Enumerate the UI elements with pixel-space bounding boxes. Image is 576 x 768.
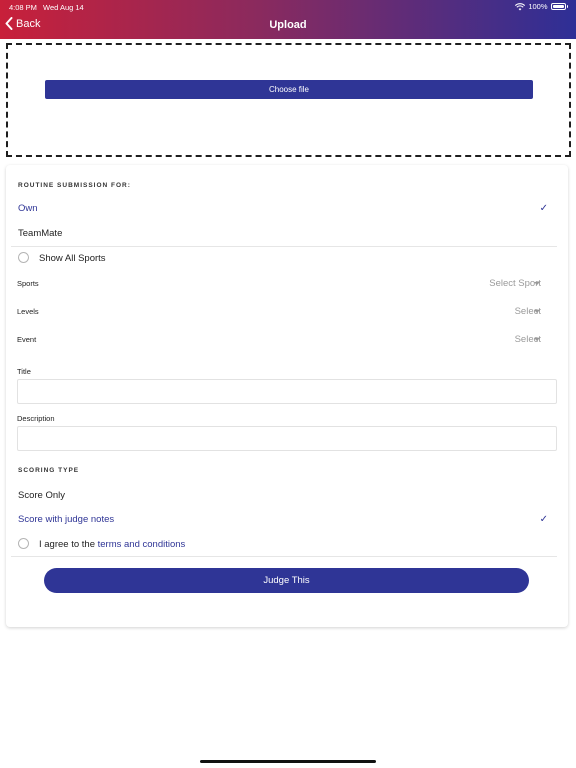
app-header: 4:08 PM Wed Aug 14 100% Back Upload — [0, 0, 576, 39]
show-all-sports-label: Show All Sports — [39, 253, 106, 264]
event-label: Event — [17, 335, 37, 344]
divider — [11, 556, 557, 557]
description-label: Description — [17, 414, 55, 423]
submission-form: ROUTINE SUBMISSION FOR: Own ✓ TeamMate S… — [6, 165, 568, 627]
upload-dropzone[interactable]: Choose file — [6, 43, 571, 157]
chevron-down-icon — [534, 282, 540, 285]
wifi-icon — [515, 2, 526, 10]
option-score-only[interactable]: Score Only — [18, 490, 65, 501]
option-own[interactable]: Own — [18, 203, 38, 214]
checkmark-icon: ✓ — [539, 514, 548, 525]
sports-label: Sports — [17, 279, 39, 288]
status-indicators: 100% — [515, 2, 568, 11]
routine-section-header: ROUTINE SUBMISSION FOR: — [18, 182, 131, 189]
show-all-sports-radio[interactable] — [18, 252, 29, 263]
levels-label: Levels — [17, 307, 39, 316]
option-teammate[interactable]: TeamMate — [18, 228, 62, 239]
terms-link[interactable]: terms and conditions — [98, 539, 186, 550]
chevron-down-icon — [534, 338, 540, 341]
choose-file-button[interactable]: Choose file — [45, 80, 533, 99]
title-input[interactable] — [17, 379, 557, 404]
battery-icon — [550, 3, 566, 10]
agree-terms-radio[interactable] — [18, 538, 29, 549]
status-date: Wed Aug 14 — [43, 3, 84, 12]
home-indicator — [200, 760, 376, 763]
divider — [11, 246, 557, 247]
chevron-down-icon — [534, 310, 540, 313]
agree-terms-label: I agree to the terms and conditions — [39, 539, 185, 550]
agree-terms-prefix: I agree to the — [39, 539, 98, 550]
title-label: Title — [17, 367, 31, 376]
page-title: Upload — [269, 19, 307, 31]
scoring-section-header: SCORING TYPE — [18, 467, 80, 474]
checkmark-icon: ✓ — [539, 203, 548, 214]
description-input[interactable] — [17, 426, 557, 451]
option-score-with-judge-notes[interactable]: Score with judge notes — [18, 514, 114, 525]
status-time: 4:08 PM — [9, 3, 37, 12]
judge-this-button[interactable]: Judge This — [44, 568, 529, 593]
battery-percent: 100% — [528, 2, 548, 11]
battery-tip — [566, 5, 568, 8]
